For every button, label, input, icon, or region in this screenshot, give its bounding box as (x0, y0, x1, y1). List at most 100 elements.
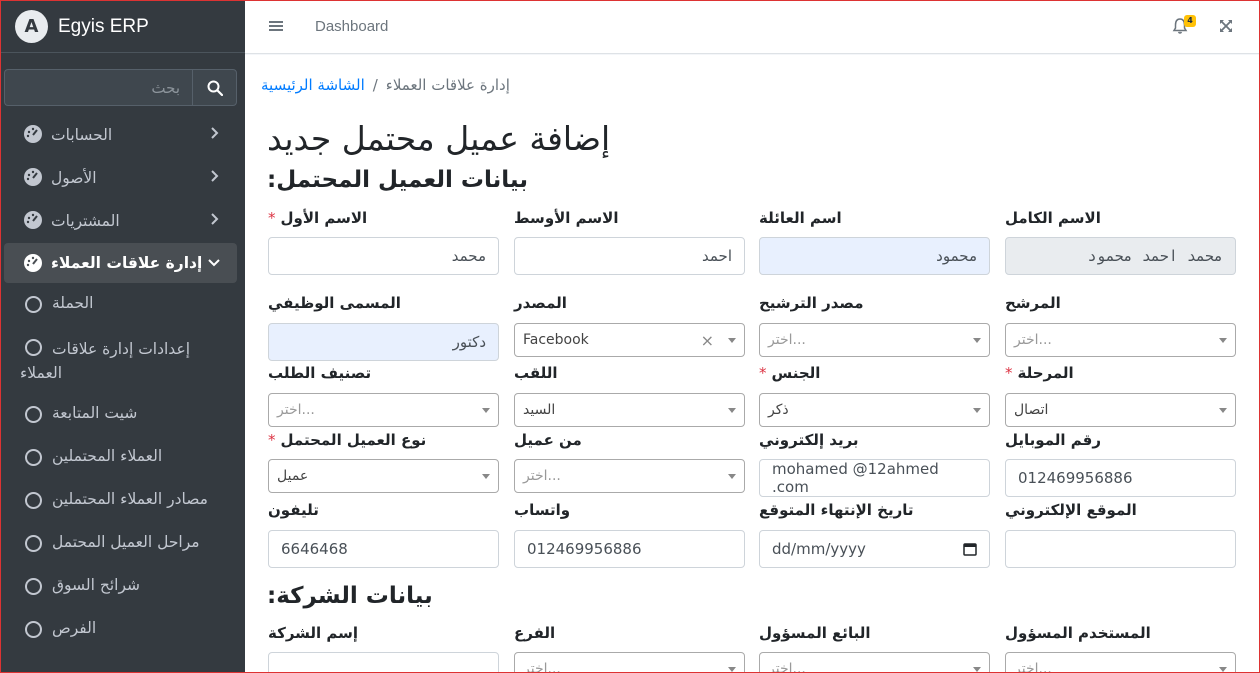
sidebar-subitem-label: الحملة (52, 294, 94, 312)
website-label: الموقع الإلكتروني (1005, 501, 1137, 519)
full-name-field[interactable]: محمد احمد محمود (1005, 237, 1236, 275)
referrer-select[interactable]: اختر... (1005, 323, 1236, 357)
middle-name-label: الاسم الأوسط (514, 209, 619, 227)
family-name-field[interactable]: محمود (759, 237, 990, 275)
sidebar-item-label: إدارة علاقات العملاء (51, 254, 203, 272)
sidebar-subitem-market-segments[interactable]: شرائح السوق (1, 565, 245, 608)
whatsapp-field[interactable]: 012469956886 (514, 530, 745, 568)
required-mark: * (268, 431, 276, 449)
sidebar-item-label: المشتريات (51, 211, 120, 230)
first-name-field[interactable]: محمد (268, 237, 499, 275)
email-label: بريد إلكتروني (759, 431, 859, 449)
chevron-down-icon (208, 259, 220, 267)
sidebar-search (4, 69, 237, 106)
sidebar-subitem-label: إعدادات إدارة علاقات العملاء (20, 337, 220, 385)
required-mark: * (268, 209, 276, 227)
email-field[interactable]: mohamed @12ahmed .com (759, 459, 990, 497)
search-button[interactable] (192, 69, 237, 106)
caret-down-icon (1219, 666, 1227, 672)
sidebar-subitem-opportunities[interactable]: الفرص (1, 608, 245, 651)
page-title: إضافة عميل محتمل جديد (267, 119, 611, 158)
sidebar-subitem-crm-settings[interactable]: إعدادات إدارة علاقات العملاء (1, 326, 245, 393)
request-class-label: تصنيف الطلب (268, 364, 372, 382)
sidebar-item-crm[interactable]: إدارة علاقات العملاء (4, 243, 237, 283)
branch-label: الفرع (514, 624, 556, 642)
select-value: اختر... (768, 661, 806, 673)
lead-type-select[interactable]: عميل (268, 459, 499, 493)
sidebar-item-purchases[interactable]: المشتريات (1, 199, 245, 242)
clear-icon[interactable]: × (701, 331, 714, 350)
breadcrumb-home-link[interactable]: الشاشة الرئيسية (261, 76, 365, 94)
source-select[interactable]: Facebook × (514, 323, 745, 357)
select-value: اختر... (768, 332, 806, 348)
sidebar-subitem-leads[interactable]: العملاء المحتملين (1, 436, 245, 479)
brand[interactable]: A Egyis ERP (1, 1, 245, 53)
source-label: المصدر (514, 294, 567, 312)
select-value: السيد (523, 402, 556, 418)
first-name-label: الاسم الأول* (268, 209, 367, 227)
request-class-select[interactable]: اختر... (268, 393, 499, 427)
branch-select[interactable]: اختر... (514, 652, 745, 672)
caret-down-icon (728, 666, 736, 672)
sidebar-subitem-label-line1: إعدادات إدارة علاقات (52, 340, 190, 358)
from-client-select[interactable]: اختر... (514, 459, 745, 493)
full-name-label: الاسم الكامل (1005, 209, 1101, 227)
select-value: Facebook (523, 332, 589, 348)
stage-select[interactable]: اتصال (1005, 393, 1236, 427)
caret-down-icon (973, 337, 981, 343)
calendar-icon[interactable] (963, 542, 977, 556)
caret-down-icon (973, 407, 981, 413)
date-value: dd/mm/yyyy (772, 540, 866, 558)
stage-label-text: المرحلة (1017, 364, 1074, 382)
tachometer-icon (24, 125, 42, 143)
company-name-field[interactable] (268, 652, 499, 672)
title-select[interactable]: السيد (514, 393, 745, 427)
responsible-user-select[interactable]: اختر... (1005, 652, 1236, 672)
responsible-seller-select[interactable]: اختر... (759, 652, 990, 673)
search-icon (207, 80, 223, 96)
breadcrumb-separator: / (372, 76, 378, 94)
caret-down-icon (728, 337, 736, 343)
expected-end-date-field[interactable]: dd/mm/yyyy (759, 530, 990, 568)
sidebar-item-assets[interactable]: الأصول (1, 156, 245, 199)
menu-icon[interactable] (269, 19, 283, 33)
main-content: إدارة علاقات العملاء / الشاشة الرئيسية إضا… (245, 55, 1259, 673)
circle-icon (25, 535, 42, 552)
select-value: اختر... (277, 402, 315, 418)
dashboard-link[interactable]: Dashboard (315, 18, 388, 35)
circle-icon (25, 296, 42, 313)
gender-select[interactable]: ذكر (759, 393, 990, 427)
circle-icon (25, 578, 42, 595)
sidebar-subitem-lead-sources[interactable]: مصادر العملاء المحتملين (1, 479, 245, 522)
title-label: اللقب (514, 364, 558, 382)
job-title-label: المسمى الوظيفي (268, 294, 401, 312)
circle-icon (25, 449, 42, 466)
middle-name-field[interactable]: احمد (514, 237, 745, 275)
company-name-label: إسم الشركة (268, 624, 359, 642)
sidebar-subitem-lead-stages[interactable]: مراحل العميل المحتمل (1, 522, 245, 565)
ref-source-label: مصدر الترشيح (759, 294, 864, 312)
gender-label: الجنس* (759, 364, 820, 382)
caret-down-icon (1219, 337, 1227, 343)
website-field[interactable] (1005, 530, 1236, 568)
breadcrumb: إدارة علاقات العملاء / الشاشة الرئيسية (261, 76, 510, 94)
search-input[interactable] (4, 69, 192, 106)
mobile-field[interactable]: 012469956886 (1005, 459, 1236, 497)
sidebar-subitem-label: شيت المتابعة (52, 404, 138, 422)
ref-source-select[interactable]: اختر... (759, 323, 990, 357)
job-title-field[interactable]: دكتور (268, 323, 499, 361)
brand-logo-letter: A (24, 16, 39, 37)
sidebar-subitem-campaign[interactable]: الحملة (1, 283, 245, 326)
sidebar-item-accounts[interactable]: الحسابات (1, 113, 245, 156)
expand-icon[interactable] (1219, 19, 1233, 33)
sidebar-subitem-label-line2: العملاء (20, 364, 63, 382)
sidebar-subitem-label: مراحل العميل المحتمل (52, 533, 200, 551)
section-lead-info-title: بيانات العميل المحتمل: (267, 167, 528, 193)
sidebar-subitem-follow-sheet[interactable]: شيت المتابعة (1, 393, 245, 436)
lead-type-label-text: نوع العميل المحتمل (280, 431, 427, 449)
sidebar-subitem-label: العملاء المحتملين (52, 447, 163, 465)
phone-field[interactable]: 6646468 (268, 530, 499, 568)
tachometer-icon (24, 168, 42, 186)
chevron-left-icon (211, 127, 219, 139)
required-mark: * (759, 364, 767, 382)
